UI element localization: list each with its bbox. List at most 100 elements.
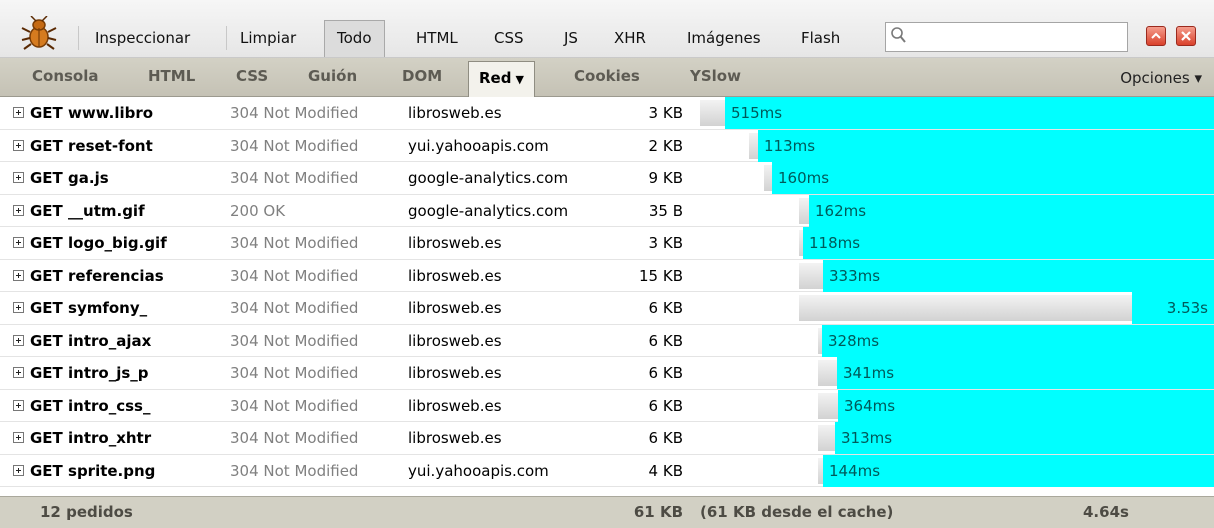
tab-yslow[interactable]: YSlow — [690, 58, 741, 96]
tab-console[interactable]: Consola — [32, 58, 99, 96]
expand-icon[interactable] — [13, 464, 24, 476]
request-time: 113ms — [764, 136, 816, 155]
request-time: 118ms — [809, 234, 861, 252]
request-row[interactable]: GET logo_big.gif 304 Not Modified libroswe… — [0, 227, 1214, 260]
tab-css[interactable]: CSS — [236, 58, 268, 96]
tab-html[interactable]: HTML — [148, 58, 195, 96]
search-box[interactable] — [885, 22, 1128, 52]
expand-icon[interactable] — [13, 269, 24, 281]
filter-images-button[interactable]: Imágenes — [683, 22, 765, 54]
timeline-wait-bar — [764, 165, 772, 191]
expand-icon[interactable] — [13, 204, 24, 216]
request-row[interactable]: GET __utm.gif 200 OK google-analytics.com 3… — [0, 194, 1214, 227]
request-time: 313ms — [841, 429, 893, 447]
tab-script[interactable]: Guión — [308, 58, 357, 96]
timeline-load-bar — [803, 227, 1214, 259]
toolbar-divider — [226, 26, 227, 50]
options-menu[interactable]: Opciones ▾ — [1120, 58, 1202, 96]
filter-all-button[interactable]: Todo — [324, 20, 385, 57]
timeline-cell: 160ms — [700, 162, 1214, 194]
expand-icon[interactable] — [13, 107, 24, 118]
request-url: GET intro_js_p — [30, 364, 149, 382]
request-domain: yui.yahooapis.com — [408, 136, 549, 155]
request-size: 6 KB — [648, 396, 683, 415]
request-size: 3 KB — [648, 104, 683, 122]
expand-icon[interactable] — [13, 302, 24, 313]
filter-flash-button[interactable]: Flash — [797, 22, 844, 54]
request-status: 304 Not Modified — [230, 234, 359, 252]
request-time: 515ms — [731, 104, 783, 122]
expand-icon[interactable] — [13, 432, 24, 443]
request-row[interactable]: GET intro_js_p 304 Not Modified librosweb.… — [0, 357, 1214, 390]
request-status: 304 Not Modified — [230, 396, 359, 415]
inspect-button[interactable]: Inspeccionar — [91, 22, 194, 54]
tab-cookies[interactable]: Cookies — [574, 58, 640, 96]
filter-js-button[interactable]: JS — [560, 22, 582, 54]
request-domain: librosweb.es — [408, 396, 502, 415]
timeline-load-bar — [822, 324, 1214, 357]
timeline-wait-bar — [818, 360, 837, 386]
request-domain: librosweb.es — [408, 429, 502, 447]
timeline-cell: 364ms — [700, 389, 1214, 422]
expand-icon[interactable] — [13, 367, 24, 378]
timeline-load-bar — [823, 259, 1214, 292]
tab-net[interactable]: Red ▼ — [468, 61, 535, 97]
request-url: GET symfony_ — [30, 299, 148, 317]
expand-icon[interactable] — [13, 237, 24, 248]
request-size: 15 KB — [639, 266, 683, 285]
request-row[interactable]: GET ga.js 304 Not Modified google-analytic… — [0, 162, 1214, 195]
timeline-cell: 118ms — [700, 227, 1214, 259]
close-button[interactable] — [1176, 26, 1196, 46]
timeline-load-bar — [725, 97, 1214, 129]
timeline-load-bar — [823, 454, 1214, 487]
request-status: 304 Not Modified — [230, 299, 359, 317]
timeline-load-bar — [809, 194, 1214, 227]
request-size: 6 KB — [648, 429, 683, 447]
timeline-wait-bar — [818, 425, 835, 451]
expand-icon[interactable] — [13, 139, 24, 151]
request-status: 304 Not Modified — [230, 136, 359, 155]
expand-icon[interactable] — [13, 334, 24, 346]
request-row[interactable]: GET www.libro 304 Not Modified librosweb.e… — [0, 97, 1214, 130]
minimize-button[interactable] — [1146, 26, 1166, 46]
request-domain: yui.yahooapis.com — [408, 461, 549, 480]
timeline-cell: 313ms — [700, 422, 1214, 454]
timeline-wait-bar — [799, 262, 823, 289]
request-size: 6 KB — [648, 364, 683, 382]
request-row[interactable]: GET sprite.png 304 Not Modified yui.yahooa… — [0, 454, 1214, 487]
request-url: GET __utm.gif — [30, 201, 145, 220]
request-size: 9 KB — [648, 169, 683, 187]
request-count: 12 pedidos — [40, 503, 133, 521]
chevron-up-icon — [1151, 32, 1161, 39]
timeline-cell: 144ms — [700, 454, 1214, 487]
expand-icon[interactable] — [13, 172, 24, 183]
request-time: 328ms — [828, 331, 880, 350]
request-status: 304 Not Modified — [230, 169, 359, 187]
tab-dom[interactable]: DOM — [402, 58, 442, 96]
filter-xhr-button[interactable]: XHR — [610, 22, 650, 54]
request-domain: librosweb.es — [408, 266, 502, 285]
expand-icon[interactable] — [13, 399, 24, 411]
filter-html-button[interactable]: HTML — [412, 22, 462, 54]
panel-tabs: Consola HTML CSS Guión DOM Red ▼ Cookies … — [0, 58, 1214, 97]
request-row[interactable]: GET symfony_ 304 Not Modified librosweb.es… — [0, 292, 1214, 325]
request-domain: librosweb.es — [408, 331, 502, 350]
request-row[interactable]: GET reset-font 304 Not Modified yui.yahooa… — [0, 129, 1214, 162]
request-row[interactable]: GET intro_ajax 304 Not Modified librosweb.… — [0, 324, 1214, 357]
total-size: 61 KB — [633, 503, 683, 521]
clear-button[interactable]: Limpiar — [236, 22, 300, 54]
filter-css-button[interactable]: CSS — [490, 22, 528, 54]
request-row[interactable]: GET intro_xhtr 304 Not Modified librosweb.… — [0, 422, 1214, 455]
request-row[interactable]: GET referencias 304 Not Modified librosweb… — [0, 259, 1214, 292]
search-input[interactable] — [912, 25, 1126, 51]
request-status: 304 Not Modified — [230, 266, 359, 285]
request-time: 364ms — [844, 396, 896, 415]
timeline-wait-bar — [700, 100, 725, 126]
request-time: 144ms — [829, 461, 881, 480]
request-row[interactable]: GET intro_css_ 304 Not Modified librosweb.… — [0, 389, 1214, 422]
timeline-load-bar — [758, 129, 1214, 162]
request-time: 162ms — [815, 201, 867, 220]
firebug-icon[interactable] — [20, 15, 58, 50]
request-domain: librosweb.es — [408, 234, 502, 252]
request-url: GET intro_css_ — [30, 396, 151, 415]
